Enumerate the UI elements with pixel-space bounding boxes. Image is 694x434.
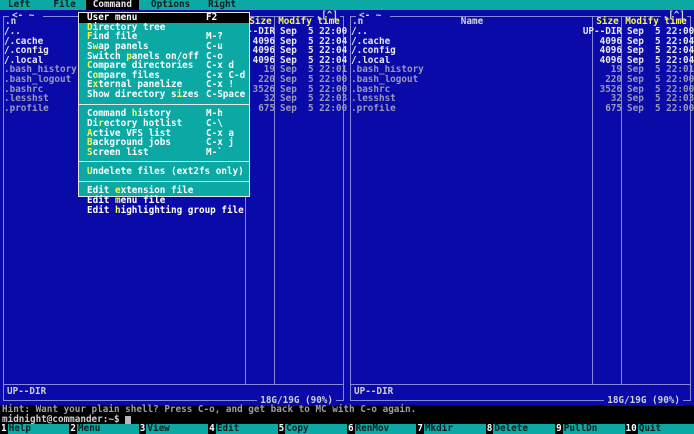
fkey-label: View bbox=[146, 424, 209, 434]
fkey-5-copy[interactable]: 5 Copy bbox=[278, 424, 347, 434]
file-name: /.cache bbox=[351, 36, 391, 47]
fkey-3-view[interactable]: 3 View bbox=[139, 423, 209, 434]
menubar-item-right[interactable]: Right bbox=[208, 0, 236, 10]
panel-right: <- ~ .[^] .n Name Size Modify time /.. UP-… bbox=[347, 10, 694, 406]
file-row[interactable]: .profile 675 Sep 5 22:00 bbox=[351, 102, 694, 114]
menu-item-label: Undelete files (ext2fs only) bbox=[87, 166, 244, 177]
menu-item-undelete-files-ext2fs-only[interactable]: Undelete files (ext2fs only) bbox=[79, 167, 249, 177]
menubar: Left File Command Options Right bbox=[0, 0, 694, 10]
fkey-label: Mkdir bbox=[423, 424, 486, 434]
menu-shortcut: M-` bbox=[206, 146, 223, 158]
menu-shortcut: C-Space bbox=[206, 89, 246, 100]
fkey-label: Quit bbox=[637, 424, 694, 434]
file-mtime: Sep 5 22:00 bbox=[280, 102, 348, 114]
sort-marker: .n bbox=[352, 16, 364, 27]
fkey-number: 8 bbox=[486, 423, 493, 434]
column-header-name[interactable]: .nName bbox=[351, 17, 593, 27]
menu-hotkey-letter: S bbox=[87, 146, 93, 158]
function-key-bar: 1 Help 2 Menu 3 View 4 Edit 5 Copy 6 RenMov 7 Mkdir 8 D… bbox=[0, 424, 694, 434]
file-mtime: Sep 5 22:00 bbox=[627, 102, 694, 114]
file-size: 675 bbox=[258, 102, 275, 114]
file-name: .profile bbox=[351, 103, 396, 114]
fkey-9-pulldn[interactable]: 9 PullDn bbox=[555, 423, 625, 434]
menu-item-screen-list[interactable]: Screen list M-` bbox=[79, 146, 249, 158]
fkey-number: 10 bbox=[625, 423, 637, 434]
fkey-number: 4 bbox=[209, 423, 215, 434]
fkey-number: 5 bbox=[278, 423, 285, 434]
fkey-4-edit[interactable]: 4 Edit bbox=[208, 423, 278, 434]
menu-shortcut: F2 bbox=[206, 12, 218, 23]
menu-item-label: Show directory sizes bbox=[87, 89, 199, 100]
dropdown-menu-command: User menu F2 Directory tree Find file M-? Swa… bbox=[78, 12, 250, 215]
menu-item-show-directory-sizes[interactable]: Show directory sizes C-Space bbox=[79, 90, 249, 100]
fkey-6-renmov[interactable]: 6 RenMov bbox=[347, 423, 417, 434]
mc-screen: Left File Command Options Right <- ~ .[^] .n… bbox=[0, 0, 694, 434]
file-size: 675 bbox=[605, 102, 622, 114]
fkey-8-delete[interactable]: 8 Delete bbox=[486, 423, 556, 434]
fkey-10-quit[interactable]: 10 Quit bbox=[625, 424, 694, 434]
file-name: /.. bbox=[351, 27, 368, 37]
file-name: /.local bbox=[351, 55, 391, 66]
menu-item-label: Edit highlighting group file bbox=[87, 204, 244, 216]
sort-marker: .n bbox=[5, 16, 17, 27]
mini-status-divider bbox=[3, 384, 344, 385]
fkey-label: PullDn bbox=[562, 424, 625, 434]
file-name: .bashrc bbox=[351, 84, 391, 95]
fkey-number: 3 bbox=[139, 423, 146, 434]
menubar-item-left[interactable]: Left bbox=[8, 0, 30, 10]
menu-item-edit-highlighting-group-file[interactable]: Edit highlighting group file bbox=[79, 204, 249, 216]
fkey-label: Help bbox=[7, 424, 70, 434]
fkey-label: RenMov bbox=[354, 424, 417, 434]
mini-status: UP--DIR bbox=[354, 386, 394, 397]
menu-hotkey-letter: i bbox=[176, 89, 183, 100]
mini-status: UP--DIR bbox=[7, 386, 47, 397]
fkey-1-help[interactable]: 1 Help bbox=[0, 423, 70, 434]
file-name: /.config bbox=[351, 46, 396, 56]
fkey-number: 6 bbox=[347, 423, 354, 434]
file-name: .bash_logout bbox=[351, 74, 419, 85]
fkey-label: Menu bbox=[77, 424, 139, 434]
fkey-label: Copy bbox=[285, 424, 347, 434]
fkey-number: 2 bbox=[70, 423, 76, 434]
file-name: .lesshst bbox=[351, 94, 396, 104]
menu-hotkey-letter: h bbox=[115, 204, 121, 216]
mini-status-divider bbox=[350, 384, 691, 385]
menubar-item-command[interactable]: Command bbox=[85, 0, 139, 10]
fkey-label: Delete bbox=[493, 424, 556, 434]
file-name: .bash_history bbox=[351, 65, 424, 75]
fkey-7-mkdir[interactable]: 7 Mkdir bbox=[416, 423, 486, 434]
fkey-number: 9 bbox=[556, 423, 562, 434]
menu-item-label: Screen list bbox=[87, 146, 149, 158]
fkey-number: 7 bbox=[417, 423, 423, 434]
file-list: /.. UP--DIR Sep 5 22:00/.cache 4096 Sep 5 22… bbox=[351, 27, 694, 114]
menu-hotkey-letter: U bbox=[87, 166, 93, 177]
menubar-item-file[interactable]: File bbox=[53, 0, 75, 10]
fkey-label: Edit bbox=[215, 424, 278, 434]
fkey-number: 1 bbox=[1, 423, 7, 434]
menubar-item-options[interactable]: Options bbox=[151, 0, 190, 10]
fkey-2-menu[interactable]: 2 Menu bbox=[69, 423, 139, 434]
